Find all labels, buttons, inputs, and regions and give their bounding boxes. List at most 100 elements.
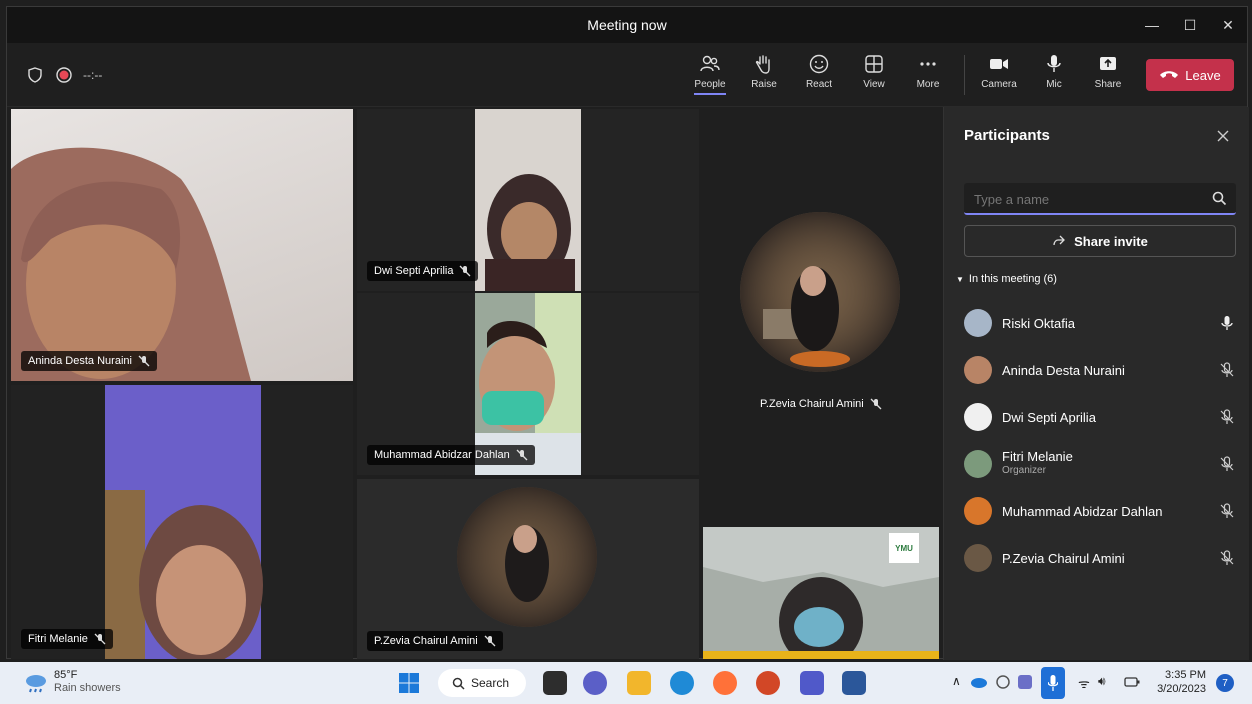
word-icon[interactable] [842,671,866,695]
view-button[interactable]: View [851,53,897,99]
video-tile-fitri[interactable]: Fitri Melanie [11,385,353,659]
more-icon [920,62,936,66]
more-button[interactable]: More [905,53,951,99]
smiley-icon [809,54,829,74]
people-button[interactable]: People [687,53,733,99]
participant-name: Muhammad Abidzar Dahlan [374,449,510,461]
search-input[interactable] [974,189,1194,209]
grid-icon [865,55,883,73]
raise-label: Raise [751,79,777,90]
participant-row[interactable]: Muhammad Abidzar Dahlan [964,491,1239,531]
share-icon [1053,235,1066,246]
meeting-timer: --:-- [83,68,103,82]
mic-off-icon [1220,362,1234,377]
participant-name: Muhammad Abidzar Dahlan [1002,503,1163,519]
mic-on-icon [1221,316,1233,330]
avatar [964,309,992,337]
mic-off-icon [138,355,150,367]
volume-icon[interactable]: 🔊︎ [1098,674,1106,689]
share-invite-button[interactable]: Share invite [964,225,1236,257]
onedrive-icon[interactable] [970,676,988,688]
participant-name: Riski Oktafia [1002,315,1075,331]
mic-off-icon [1220,456,1234,471]
leave-button[interactable]: Leave [1146,59,1234,91]
windows-taskbar: 85°F Rain showers Search ∧ ᯤ 🔊︎ 3:35 PM … [0,662,1252,704]
video-tile-aninda[interactable]: Aninda Desta Nuraini [11,109,353,381]
teams-tray-icon[interactable] [1017,674,1033,690]
weather-temp: 85°F [54,669,78,681]
search-icon[interactable] [1212,191,1227,206]
collapse-caret-icon: ▼ [956,274,964,284]
mic-off-icon [460,265,471,277]
weather-widget[interactable]: 85°F Rain showers [54,669,121,695]
clock-date: 3/20/2023 [1157,683,1206,695]
notification-badge[interactable]: 7 [1216,674,1234,692]
teams-icon[interactable] [800,671,824,695]
clock-time: 3:35 PM [1165,669,1206,681]
mic-off-icon [484,635,496,647]
mic-in-use-indicator[interactable] [1041,667,1065,699]
participant-name: P.Zevia Chairul Amini [374,635,478,647]
participants-panel: Participants Share invite ▼ In this meet… [943,107,1249,660]
powerpoint-icon[interactable] [756,671,780,695]
participant-name: Dwi Septi Aprilia [374,265,454,277]
participant-row[interactable]: Aninda Desta Nuraini [964,350,1239,390]
participant-row[interactable]: Fitri Melanie Organizer [964,444,1239,484]
panel-title: Participants [964,127,1050,144]
window-title: Meeting now [587,17,667,33]
taskbar-search[interactable]: Search [438,669,526,697]
file-explorer-icon[interactable] [627,671,651,695]
hand-icon [755,55,770,74]
camera-button[interactable]: Camera [976,53,1022,99]
avatar [964,497,992,525]
participant-name: Aninda Desta Nuraini [1002,362,1125,378]
wifi-icon[interactable]: ᯤ [1078,674,1090,692]
participant-role: Organizer [1002,465,1046,476]
clock[interactable]: 3:35 PM 3/20/2023 [1152,668,1206,696]
video-tile-pzevia[interactable]: P.Zevia Chairul Amini [703,109,939,475]
share-button[interactable]: Share [1085,53,1131,99]
raise-hand-button[interactable]: Raise [741,53,787,99]
edge-icon[interactable] [670,671,694,695]
meeting-section-header[interactable]: ▼ In this meeting (6) [956,273,1057,285]
close-panel-icon[interactable] [1216,129,1230,143]
participant-name: Fitri Melanie [1002,449,1073,464]
participant-row[interactable]: Dwi Septi Aprilia [964,397,1239,437]
search-box[interactable] [964,183,1236,215]
shared-video-tile[interactable]: YMU [703,527,939,659]
react-button[interactable]: React [796,53,842,99]
firefox-icon[interactable] [713,671,737,695]
name-tag: P.Zevia Chairul Amini [753,394,889,414]
hang-up-icon [1160,71,1179,78]
avatar [964,450,992,478]
video-tile-muhammad[interactable]: Muhammad Abidzar Dahlan [357,293,699,475]
mic-button[interactable]: Mic [1031,53,1077,99]
windows-start-icon[interactable] [398,672,420,694]
chat-icon[interactable] [583,671,607,695]
sync-icon[interactable] [995,674,1011,690]
ymu-logo: YMU [889,533,919,563]
shield-icon[interactable] [27,67,43,83]
close-window-button[interactable]: ✕ [1209,7,1247,43]
teams-meeting-window: Meeting now — ☐ ✕ --:-- People Raise Rea… [6,6,1249,660]
view-label: View [863,79,885,90]
share-invite-label: Share invite [1074,233,1148,249]
video-tile-pzevia-small[interactable]: P.Zevia Chairul Amini [357,479,699,659]
taskbar-search-label: Search [471,676,510,690]
mic-off-icon [1220,550,1234,565]
battery-icon[interactable] [1124,675,1140,689]
name-tag: P.Zevia Chairul Amini [367,631,503,651]
participant-row[interactable]: P.Zevia Chairul Amini [964,538,1239,578]
minimize-button[interactable]: — [1133,7,1171,43]
weather-rain-icon[interactable] [24,672,48,694]
participant-row[interactable]: Riski Oktafia [964,303,1239,343]
maximize-button[interactable]: ☐ [1171,7,1209,43]
chevron-up-icon[interactable]: ∧ [952,674,961,688]
avatar [964,403,992,431]
toolbar-divider [964,55,965,95]
camera-label: Camera [981,79,1017,90]
video-tile-dwi[interactable]: Dwi Septi Aprilia [357,109,699,291]
task-view-icon[interactable] [543,671,567,695]
share-screen-icon [1100,57,1116,70]
more-label: More [916,79,940,90]
